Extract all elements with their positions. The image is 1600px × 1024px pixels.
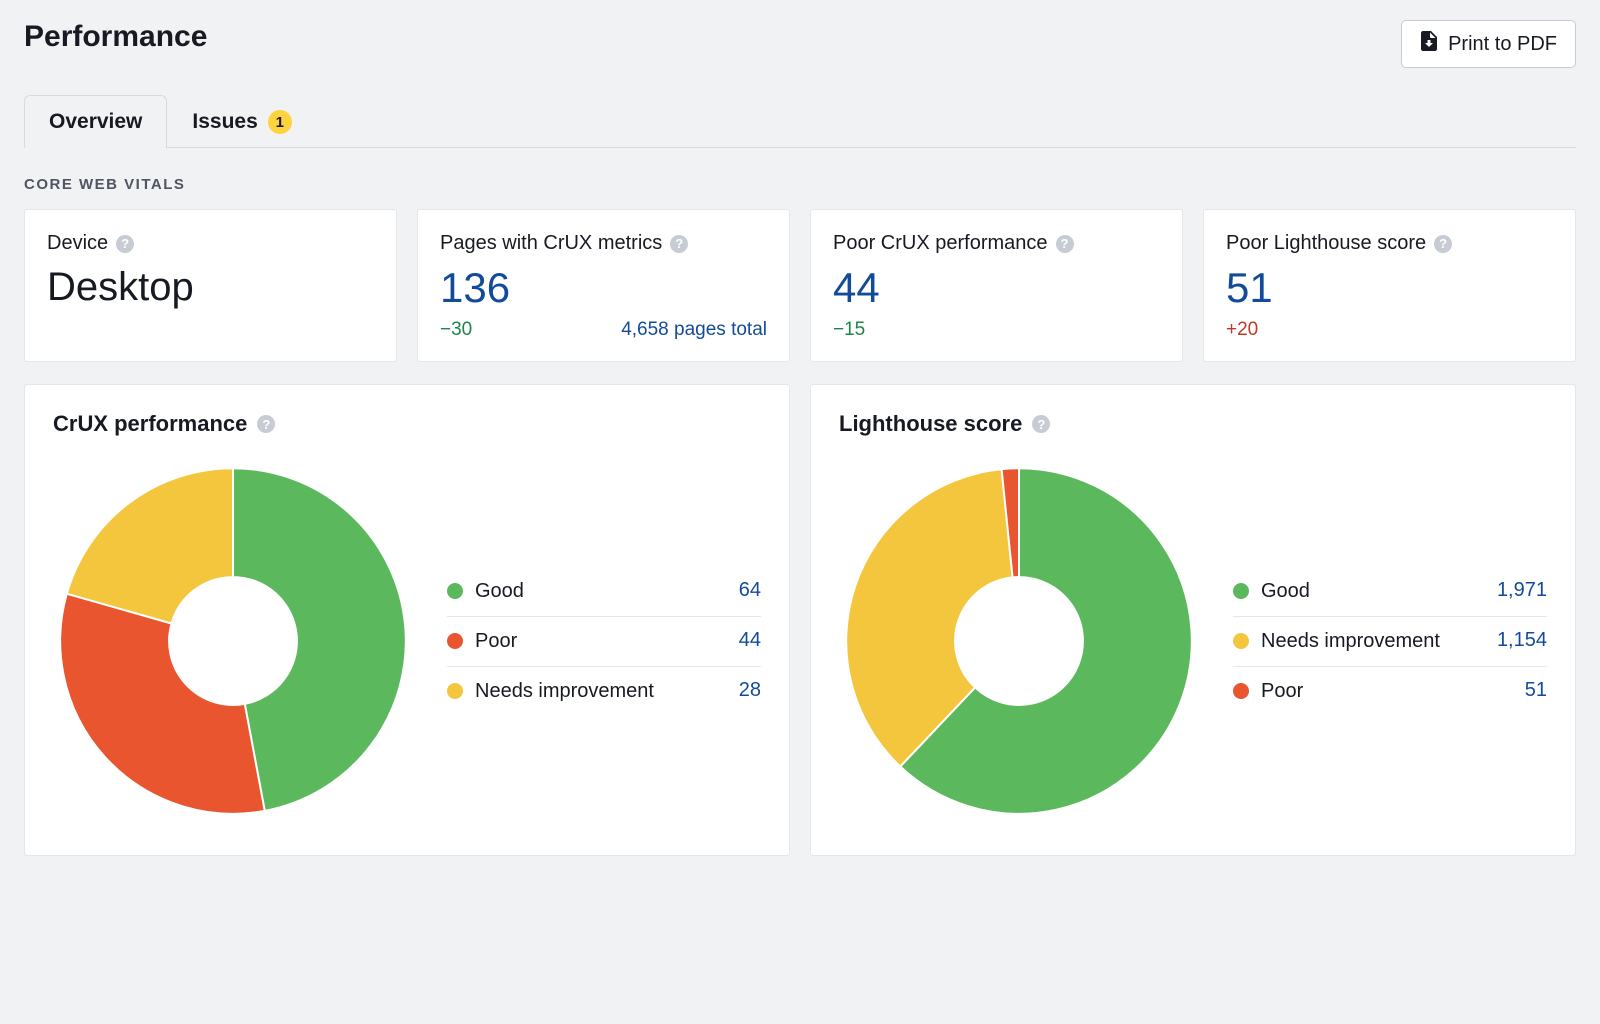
donut-chart xyxy=(53,461,413,821)
print-to-pdf-button[interactable]: Print to PDF xyxy=(1401,20,1576,68)
card-crux-pages: Pages with CrUX metrics ? 136 −30 4,658 … xyxy=(417,209,790,362)
chart-title: Lighthouse score ? xyxy=(839,411,1547,437)
chart-card-crux: CrUX performance ? Good 64 Poor 44 Needs imp… xyxy=(24,384,790,856)
help-icon[interactable]: ? xyxy=(1434,235,1452,253)
legend: Good 1,971 Needs improvement 1,154 Poor 51 xyxy=(1233,567,1547,716)
tab-label: Overview xyxy=(49,110,142,134)
legend-swatch xyxy=(447,633,463,649)
card-value: Desktop xyxy=(47,267,374,307)
help-icon[interactable]: ? xyxy=(670,235,688,253)
donut-chart xyxy=(839,461,1199,821)
legend-row[interactable]: Poor 44 xyxy=(447,617,761,667)
legend: Good 64 Poor 44 Needs improvement 28 xyxy=(447,567,761,716)
card-label: Poor CrUX performance ? xyxy=(833,232,1160,255)
card-lighthouse-poor: Poor Lighthouse score ? 51 +20 xyxy=(1203,209,1576,362)
tab-overview[interactable]: Overview xyxy=(24,95,167,148)
delta: −15 xyxy=(833,319,865,341)
legend-row[interactable]: Needs improvement 28 xyxy=(447,667,761,716)
legend-value: 64 xyxy=(739,579,761,602)
legend-row[interactable]: Poor 51 xyxy=(1233,667,1547,716)
card-label: Poor Lighthouse score ? xyxy=(1226,232,1553,255)
legend-swatch xyxy=(1233,633,1249,649)
legend-label: Poor xyxy=(475,629,727,654)
chart-card-lighthouse: Lighthouse score ? Good 1,971 Needs improv… xyxy=(810,384,1576,856)
legend-label: Good xyxy=(475,579,727,604)
delta: +20 xyxy=(1226,319,1258,341)
legend-swatch xyxy=(1233,683,1249,699)
card-value: 44 xyxy=(833,267,1160,309)
legend-label: Needs improvement xyxy=(1261,629,1485,654)
card-value: 136 xyxy=(440,267,767,309)
file-download-icon xyxy=(1420,31,1438,57)
card-label: Device ? xyxy=(47,232,374,255)
legend-row[interactable]: Good 64 xyxy=(447,567,761,617)
legend-value: 28 xyxy=(739,679,761,702)
card-note[interactable]: 4,658 pages total xyxy=(621,319,767,341)
legend-label: Good xyxy=(1261,579,1485,604)
legend-row[interactable]: Good 1,971 xyxy=(1233,567,1547,617)
legend-label: Poor xyxy=(1261,679,1513,704)
tab-label: Issues xyxy=(192,110,257,134)
legend-value: 44 xyxy=(739,629,761,652)
page-title: Performance xyxy=(24,20,207,54)
legend-swatch xyxy=(447,683,463,699)
tabs: Overview Issues 1 xyxy=(24,94,1576,148)
legend-value: 1,971 xyxy=(1497,579,1547,602)
tab-issues[interactable]: Issues 1 xyxy=(167,95,316,148)
help-icon[interactable]: ? xyxy=(1056,235,1074,253)
chart-title: CrUX performance ? xyxy=(53,411,761,437)
section-heading: CORE WEB VITALS xyxy=(24,176,1576,193)
legend-label: Needs improvement xyxy=(475,679,727,704)
card-value: 51 xyxy=(1226,267,1553,309)
delta: −30 xyxy=(440,319,472,341)
issues-count-badge: 1 xyxy=(268,110,292,134)
legend-row[interactable]: Needs improvement 1,154 xyxy=(1233,617,1547,667)
card-device: Device ? Desktop xyxy=(24,209,397,362)
legend-swatch xyxy=(1233,583,1249,599)
card-label: Pages with CrUX metrics ? xyxy=(440,232,767,255)
legend-value: 51 xyxy=(1525,679,1547,702)
legend-value: 1,154 xyxy=(1497,629,1547,652)
print-button-label: Print to PDF xyxy=(1448,33,1557,56)
help-icon[interactable]: ? xyxy=(116,235,134,253)
help-icon[interactable]: ? xyxy=(257,415,275,433)
card-crux-poor: Poor CrUX performance ? 44 −15 xyxy=(810,209,1183,362)
help-icon[interactable]: ? xyxy=(1032,415,1050,433)
legend-swatch xyxy=(447,583,463,599)
